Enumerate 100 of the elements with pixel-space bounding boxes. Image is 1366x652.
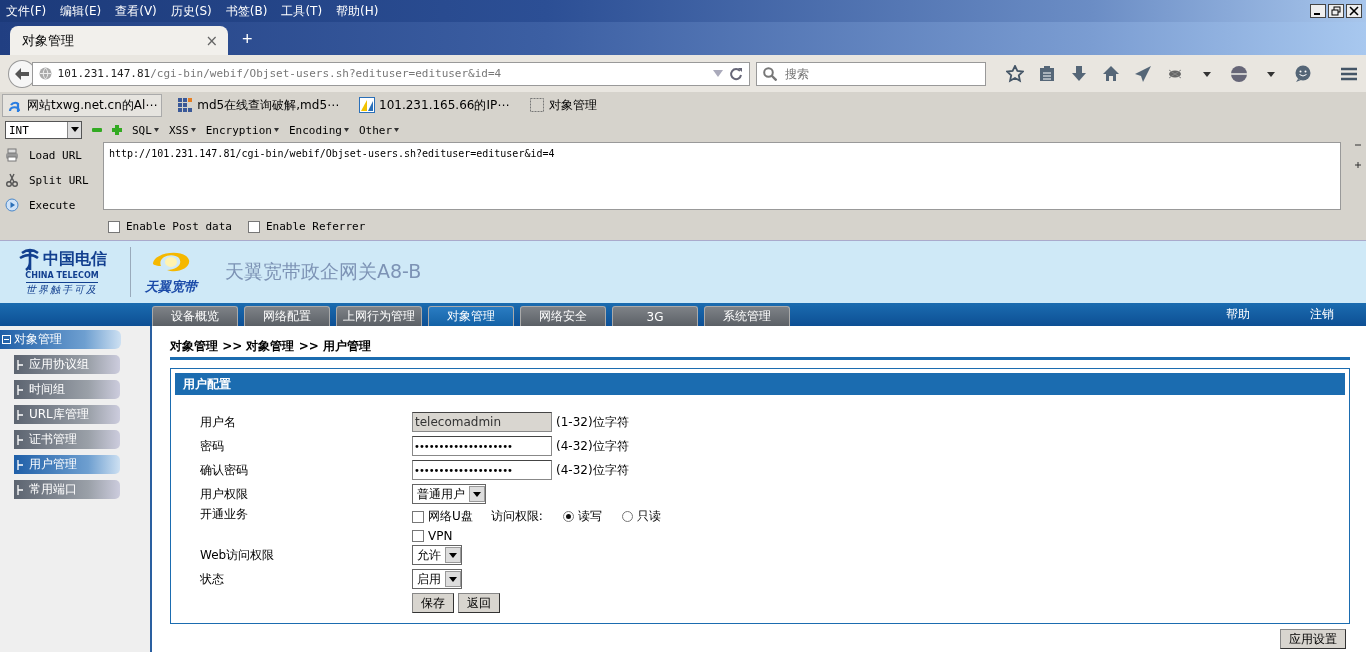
download-icon[interactable] [1070, 64, 1088, 83]
input-field[interactable]: telecomadmin [412, 412, 552, 432]
dropdown-icon [473, 491, 481, 497]
dropdown-icon [449, 552, 457, 558]
sidebar-item[interactable]: 应用协议组 [14, 355, 120, 374]
chat-smiley-icon[interactable] [1294, 64, 1312, 83]
bookmark-item[interactable]: 网站txwg.net.cn的Al⋯ [2, 93, 163, 117]
bookmark-item[interactable]: 对象管理 [524, 93, 603, 117]
minimize-icon[interactable] [1310, 4, 1326, 18]
toolbar-menu[interactable]: XSS [168, 123, 196, 137]
toolbar-menu[interactable]: SQL [132, 123, 159, 137]
address-bar[interactable]: 101.231.147.81/cgi-bin/webif/Objset-users.sh?edituser=edituser&id=4 [31, 61, 751, 86]
reading-list-icon[interactable] [1038, 64, 1056, 83]
input-field[interactable]: •••••••••••••••••••• [412, 436, 552, 456]
action-link[interactable]: Execute [29, 198, 76, 212]
caret-icon [190, 128, 196, 132]
nav-tab[interactable]: 上网行为管理 [336, 306, 422, 326]
dropdown[interactable]: 普通用户 [412, 484, 486, 504]
nav-tab[interactable]: 网络安全 [520, 306, 606, 326]
menu-item[interactable]: 帮助(H) [336, 2, 379, 20]
grid-icon [177, 97, 194, 113]
field-label: 状态 [200, 570, 225, 588]
bookmark-item[interactable]: md5在线查询破解,md5⋯ [172, 93, 344, 117]
action-link[interactable]: Load URL [29, 148, 82, 162]
nav-tab[interactable]: 设备概览 [152, 306, 238, 326]
paper-plane-icon[interactable] [1134, 64, 1152, 83]
toolbar-menu[interactable]: Encoding [289, 123, 349, 137]
play-icon[interactable] [5, 198, 19, 212]
menu-item[interactable]: 工具(T) [281, 2, 323, 20]
field-label: 用户权限 [200, 485, 249, 503]
sidebar-item[interactable]: 时间组 [14, 380, 120, 399]
plus-icon[interactable] [1355, 162, 1361, 168]
toolbar-menu[interactable]: Other [358, 123, 400, 137]
caret-icon [274, 128, 279, 132]
form-button[interactable]: 保存 [412, 593, 454, 613]
menu-item[interactable]: 编辑(E) [60, 2, 102, 20]
hint-text: (4-32)位字符 [556, 461, 629, 479]
nav-link[interactable]: 帮助 [1226, 306, 1250, 323]
nav-tab[interactable]: 系统管理 [704, 306, 790, 326]
bookmark-star-icon[interactable] [1006, 64, 1024, 83]
logo-text: CHINA TELECOM [25, 271, 99, 280]
checkbox-label: Enable Post data [126, 220, 232, 233]
reload-icon[interactable] [729, 66, 744, 81]
tree-branch-icon [17, 359, 23, 370]
radio-button[interactable] [562, 511, 574, 522]
radio-button[interactable] [621, 511, 633, 522]
panel-header: 用户配置 [175, 373, 1345, 395]
field-label: Web访问权限 [200, 546, 276, 564]
menu-item[interactable]: 历史(S) [170, 2, 212, 20]
sidebar-item[interactable]: 用户管理 [14, 455, 120, 474]
nav-tab[interactable]: 3G [612, 306, 698, 326]
logo-text: 中国电信 [42, 248, 107, 270]
checkbox[interactable] [108, 220, 120, 233]
tab-close-button[interactable]: × [205, 31, 218, 50]
blank-page-icon [529, 97, 546, 113]
mode-select[interactable]: INT [5, 121, 82, 139]
url-textarea[interactable]: http://101.231.147.81/cgi-bin/webif/Objset-users.sh?edituser=edituser&id=4 [103, 142, 1341, 210]
home-icon[interactable] [1102, 64, 1120, 83]
checkbox[interactable] [412, 510, 424, 523]
menu-item[interactable]: 文件(F) [6, 2, 47, 20]
field-label: 密码 [200, 437, 225, 455]
nav-link[interactable]: 注销 [1310, 306, 1334, 323]
bookmark-item[interactable]: 101.231.165.66的IP⋯ [354, 93, 515, 117]
hint-text: (1-32)位字符 [556, 413, 629, 431]
restore-icon[interactable] [1328, 4, 1344, 18]
sidebar-item[interactable]: 证书管理 [14, 430, 120, 449]
checkbox-label: VPN [428, 529, 453, 543]
tree-branch-icon [17, 384, 23, 395]
form-button[interactable]: 返回 [458, 593, 500, 613]
nav-tab[interactable]: 网络配置 [244, 306, 330, 326]
tree-branch-icon [17, 459, 23, 470]
apply-button[interactable]: 应用设置 [1280, 629, 1346, 649]
sidebar-group[interactable]: 对象管理 [0, 330, 121, 349]
close-icon[interactable] [1346, 4, 1362, 18]
checkbox[interactable] [412, 530, 424, 542]
expander-icon[interactable] [2, 335, 11, 344]
dropdown[interactable]: 允许 [412, 545, 462, 565]
toolbar-menu[interactable]: Encryption [205, 123, 279, 137]
sidebar-item[interactable]: 常用端口 [14, 480, 120, 499]
field-label: 确认密码 [200, 461, 249, 479]
printer-icon[interactable] [5, 148, 19, 162]
field-label: 开通业务 [200, 506, 249, 523]
dropdown[interactable]: 启用 [412, 569, 462, 589]
breadcrumb: 对象管理 >> 对象管理 >> 用户管理 [170, 338, 1350, 360]
scissors-icon[interactable] [5, 173, 19, 187]
bookmark-icon [359, 97, 375, 113]
caret-icon [343, 128, 349, 132]
field-label: 用户名 [200, 413, 237, 431]
menu-item[interactable]: 查看(V) [115, 2, 157, 20]
action-link[interactable]: Split URL [29, 173, 89, 187]
menu-item[interactable]: 书签(B) [225, 2, 268, 20]
search-field[interactable]: 搜索 [756, 61, 986, 86]
input-field[interactable]: •••••••••••••••••••• [412, 460, 552, 480]
browser-tab[interactable]: 对象管理 × [10, 26, 228, 55]
nav-tab[interactable]: 对象管理 [428, 306, 514, 326]
checkbox[interactable] [247, 220, 260, 233]
minus-icon[interactable] [1355, 142, 1361, 148]
url-text: 101.231.147.81/cgi-bin/webif/Objset-users.sh?edituser=edituser&id=4 [57, 67, 502, 80]
sidebar-item[interactable]: URL库管理 [14, 405, 120, 424]
new-tab-button[interactable]: + [228, 29, 253, 55]
